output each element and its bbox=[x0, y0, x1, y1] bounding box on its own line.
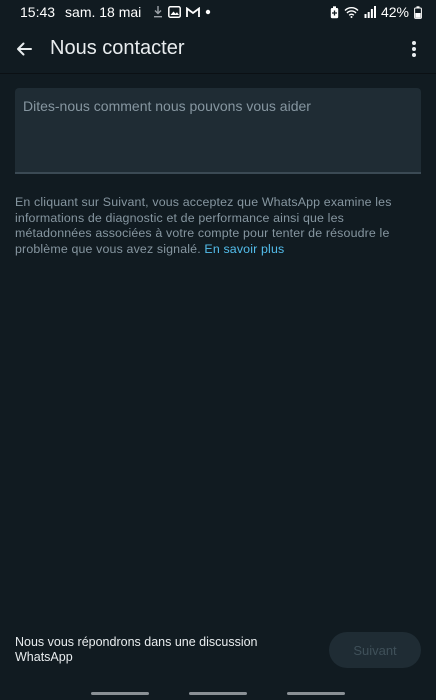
contact-screen: 15:43 sam. 18 mai 42% Nous contacter Dit… bbox=[0, 0, 436, 700]
message-input[interactable] bbox=[15, 88, 421, 174]
system-icons: 42% bbox=[330, 4, 422, 20]
arrow-left-icon bbox=[17, 42, 32, 55]
app-bar: Nous contacter bbox=[0, 24, 436, 74]
more-options-button[interactable] bbox=[402, 37, 426, 61]
status-time: 15:43 bbox=[20, 4, 56, 20]
gmail-icon bbox=[186, 6, 201, 18]
wifi-icon bbox=[344, 6, 359, 18]
back-button[interactable] bbox=[12, 37, 36, 61]
disclaimer: En cliquant sur Suivant, vous acceptez q… bbox=[15, 195, 421, 257]
download-icon bbox=[153, 6, 163, 18]
learn-more-link[interactable]: En savoir plus bbox=[204, 242, 284, 256]
battery-icon bbox=[414, 5, 422, 19]
notification-icons bbox=[153, 6, 211, 18]
page-title: Nous contacter bbox=[50, 37, 185, 59]
battery-percent: 42% bbox=[380, 4, 409, 20]
footer: Nous vous répondrons dans une discussion… bbox=[15, 632, 421, 668]
dot-icon bbox=[205, 9, 211, 15]
nav-home-handle[interactable] bbox=[189, 692, 247, 695]
contact-form: En cliquant sur Suivant, vous acceptez q… bbox=[15, 88, 421, 257]
status-bar: 15:43 sam. 18 mai 42% bbox=[0, 0, 436, 24]
nav-back-handle[interactable] bbox=[287, 692, 345, 695]
navigation-bar bbox=[0, 690, 436, 700]
status-date: sam. 18 mai bbox=[65, 4, 142, 20]
signal-icon bbox=[364, 6, 376, 18]
reply-note: Nous vous répondrons dans une discussion… bbox=[15, 634, 258, 665]
battery-saver-icon bbox=[330, 5, 339, 19]
nav-recents-handle[interactable] bbox=[91, 692, 149, 695]
more-vertical-icon bbox=[412, 40, 416, 57]
next-button[interactable]: Suivant bbox=[329, 632, 421, 668]
image-icon bbox=[168, 6, 182, 18]
